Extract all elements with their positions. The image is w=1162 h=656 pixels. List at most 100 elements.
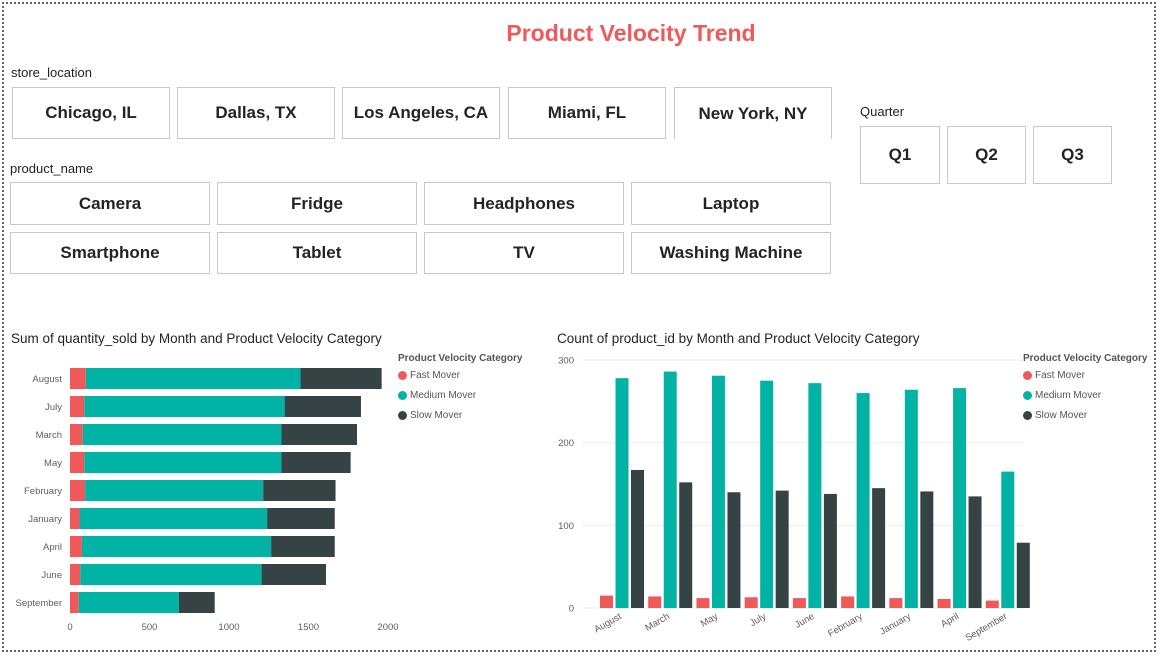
chart2-bar-medium-mover-may[interactable] bbox=[711, 375, 725, 608]
chart1-bar-fast-mover-september[interactable] bbox=[70, 592, 79, 613]
chart2-legend-slow[interactable]: Slow Mover bbox=[1023, 410, 1087, 421]
chart1-bar-slow-mover-january[interactable] bbox=[267, 508, 335, 529]
chart2-legend-medium[interactable]: Medium Mover bbox=[1023, 390, 1101, 401]
chart2-bar-fast-mover-march[interactable] bbox=[648, 596, 662, 608]
chart2-title: Count of product_id by Month and Product… bbox=[557, 331, 920, 346]
chart2-bar-fast-mover-june[interactable] bbox=[792, 598, 806, 608]
page-title: Product Velocity Trend bbox=[506, 20, 756, 46]
product-option-headphones[interactable]: Headphones bbox=[424, 182, 624, 225]
chart1-bar-medium-mover-july[interactable] bbox=[84, 396, 285, 417]
chart1-legend-slow-label: Slow Mover bbox=[410, 410, 463, 421]
chart1-bar-slow-mover-june[interactable] bbox=[261, 564, 326, 585]
chart2-bar-fast-mover-february[interactable] bbox=[841, 596, 855, 608]
product-option-washing-machine[interactable]: Washing Machine bbox=[631, 232, 831, 274]
chart1-category-label: August bbox=[32, 374, 62, 385]
chart2-bar-slow-mover-august[interactable] bbox=[631, 469, 644, 608]
store-option-chicago[interactable]: Chicago, IL bbox=[12, 87, 170, 139]
chart1-bar-slow-mover-september[interactable] bbox=[178, 592, 215, 613]
chart2-category-label: April bbox=[939, 611, 961, 630]
chart1-legend-medium[interactable]: Medium Mover bbox=[398, 390, 476, 401]
chart2-bar-slow-mover-july[interactable] bbox=[775, 490, 789, 608]
chart2-bar-slow-mover-june[interactable] bbox=[823, 493, 837, 608]
chart1-legend-title: Product Velocity Category bbox=[398, 353, 523, 364]
chart2-bar-fast-mover-january[interactable] bbox=[889, 598, 903, 608]
product-slicer-label: product_name bbox=[10, 161, 94, 176]
store-option-dallas[interactable]: Dallas, TX bbox=[177, 87, 335, 139]
chart2-bar-slow-mover-april[interactable] bbox=[968, 496, 982, 608]
chart2-legend-slow-label: Slow Mover bbox=[1035, 410, 1088, 421]
chart2-bar-medium-mover-june[interactable] bbox=[808, 383, 822, 608]
chart1-bar-fast-mover-january[interactable] bbox=[70, 508, 80, 529]
chart1-bar-fast-mover-may[interactable] bbox=[70, 452, 85, 473]
chart2-bar-slow-mover-january[interactable] bbox=[920, 491, 934, 608]
chart1-bar-medium-mover-january[interactable] bbox=[79, 508, 268, 529]
product-option-fridge[interactable]: Fridge bbox=[217, 182, 417, 225]
chart1-bar-medium-mover-august[interactable] bbox=[85, 368, 301, 389]
chart1-bar-slow-mover-july[interactable] bbox=[284, 396, 361, 417]
chart1-category-label: May bbox=[44, 458, 62, 469]
chart1-title: Sum of quantity_sold by Month and Produc… bbox=[11, 331, 382, 346]
chart2-bar-medium-mover-march[interactable] bbox=[663, 371, 677, 608]
chart2-bar-medium-mover-april[interactable] bbox=[953, 388, 967, 608]
product-option-smartphone[interactable]: Smartphone bbox=[10, 232, 210, 274]
chart1-bar-fast-mover-august[interactable] bbox=[70, 368, 86, 389]
store-slicer-label: store_location bbox=[11, 65, 92, 80]
chart1-bar-fast-mover-june[interactable] bbox=[70, 564, 81, 585]
chart2-y-tick-label: 300 bbox=[558, 356, 574, 367]
store-option-new-york[interactable]: New York, NY bbox=[674, 87, 832, 139]
chart2-bar-medium-mover-july[interactable] bbox=[760, 380, 774, 608]
chart1-category-label: February bbox=[24, 486, 62, 497]
chart1-bar-slow-mover-august[interactable] bbox=[300, 368, 382, 389]
chart1-category-label: March bbox=[36, 430, 62, 441]
chart1-bar-medium-mover-april[interactable] bbox=[81, 536, 272, 557]
chart1-bar-slow-mover-march[interactable] bbox=[281, 424, 357, 445]
chart2-bar-medium-mover-february[interactable] bbox=[856, 393, 870, 608]
chart1-legend-fast[interactable]: Fast Mover bbox=[398, 370, 460, 381]
chart2-bar-medium-mover-january[interactable] bbox=[904, 389, 918, 608]
chart2-bar-fast-mover-april[interactable] bbox=[937, 598, 951, 608]
chart2-category-label: August bbox=[592, 611, 623, 635]
product-option-tablet[interactable]: Tablet bbox=[217, 232, 417, 274]
chart2-bar-fast-mover-may[interactable] bbox=[696, 598, 710, 608]
chart1-bar-medium-mover-may[interactable] bbox=[84, 452, 282, 473]
chart1-legend-medium-label: Medium Mover bbox=[410, 390, 477, 401]
chart1-bar-medium-mover-september[interactable] bbox=[78, 592, 179, 613]
chart2-legend-medium-label: Medium Mover bbox=[1035, 390, 1102, 401]
chart1-bar-fast-mover-april[interactable] bbox=[70, 536, 82, 557]
chart2-category-label: March bbox=[643, 611, 671, 634]
quarter-option-q3[interactable]: Q3 bbox=[1033, 126, 1112, 184]
quarter-option-q1[interactable]: Q1 bbox=[860, 126, 940, 184]
chart2-bar-slow-mover-september[interactable] bbox=[1016, 542, 1030, 608]
chart2-bar-slow-mover-february[interactable] bbox=[872, 488, 886, 608]
chart1-bar-medium-mover-june[interactable] bbox=[80, 564, 262, 585]
product-option-camera[interactable]: Camera bbox=[10, 182, 210, 225]
chart1-category-label: September bbox=[16, 598, 62, 609]
chart1-bar-fast-mover-march[interactable] bbox=[70, 424, 83, 445]
chart1-x-tick-label: 0 bbox=[67, 622, 72, 633]
quarter-option-q2[interactable]: Q2 bbox=[947, 126, 1026, 184]
chart1-bar-medium-mover-february[interactable] bbox=[85, 480, 264, 501]
chart1-bar-fast-mover-february[interactable] bbox=[70, 480, 86, 501]
chart1-bar-fast-mover-july[interactable] bbox=[70, 396, 85, 417]
store-option-miami[interactable]: Miami, FL bbox=[508, 87, 666, 139]
product-option-laptop[interactable]: Laptop bbox=[631, 182, 831, 225]
chart2-bar-slow-mover-may[interactable] bbox=[727, 492, 741, 608]
chart1-legend-slow[interactable]: Slow Mover bbox=[398, 410, 462, 421]
chart1-bar-slow-mover-may[interactable] bbox=[281, 452, 351, 473]
chart2-bar-fast-mover-august[interactable] bbox=[600, 595, 613, 608]
chart1-bar-slow-mover-april[interactable] bbox=[271, 536, 335, 557]
chart2-legend-fast[interactable]: Fast Mover bbox=[1023, 370, 1085, 381]
chart1-bar-medium-mover-march[interactable] bbox=[82, 424, 282, 445]
chart1-x-tick-label: 1500 bbox=[298, 622, 319, 633]
chart2-bar-medium-mover-september[interactable] bbox=[1001, 471, 1015, 608]
chart2-bar-slow-mover-march[interactable] bbox=[679, 482, 693, 608]
chart1-plot: August July March May February January April Ju… bbox=[16, 368, 399, 633]
store-option-los-angeles[interactable]: Los Angeles, CA bbox=[342, 87, 500, 139]
chart2-bar-fast-mover-september[interactable] bbox=[985, 600, 999, 608]
chart1-category-label: June bbox=[41, 570, 62, 581]
product-option-tv[interactable]: TV bbox=[424, 232, 624, 274]
chart1-category-label: April bbox=[43, 542, 62, 553]
chart2-bar-medium-mover-august[interactable] bbox=[615, 378, 629, 608]
chart2-bar-fast-mover-july[interactable] bbox=[744, 597, 758, 608]
chart1-bar-slow-mover-february[interactable] bbox=[263, 480, 336, 501]
